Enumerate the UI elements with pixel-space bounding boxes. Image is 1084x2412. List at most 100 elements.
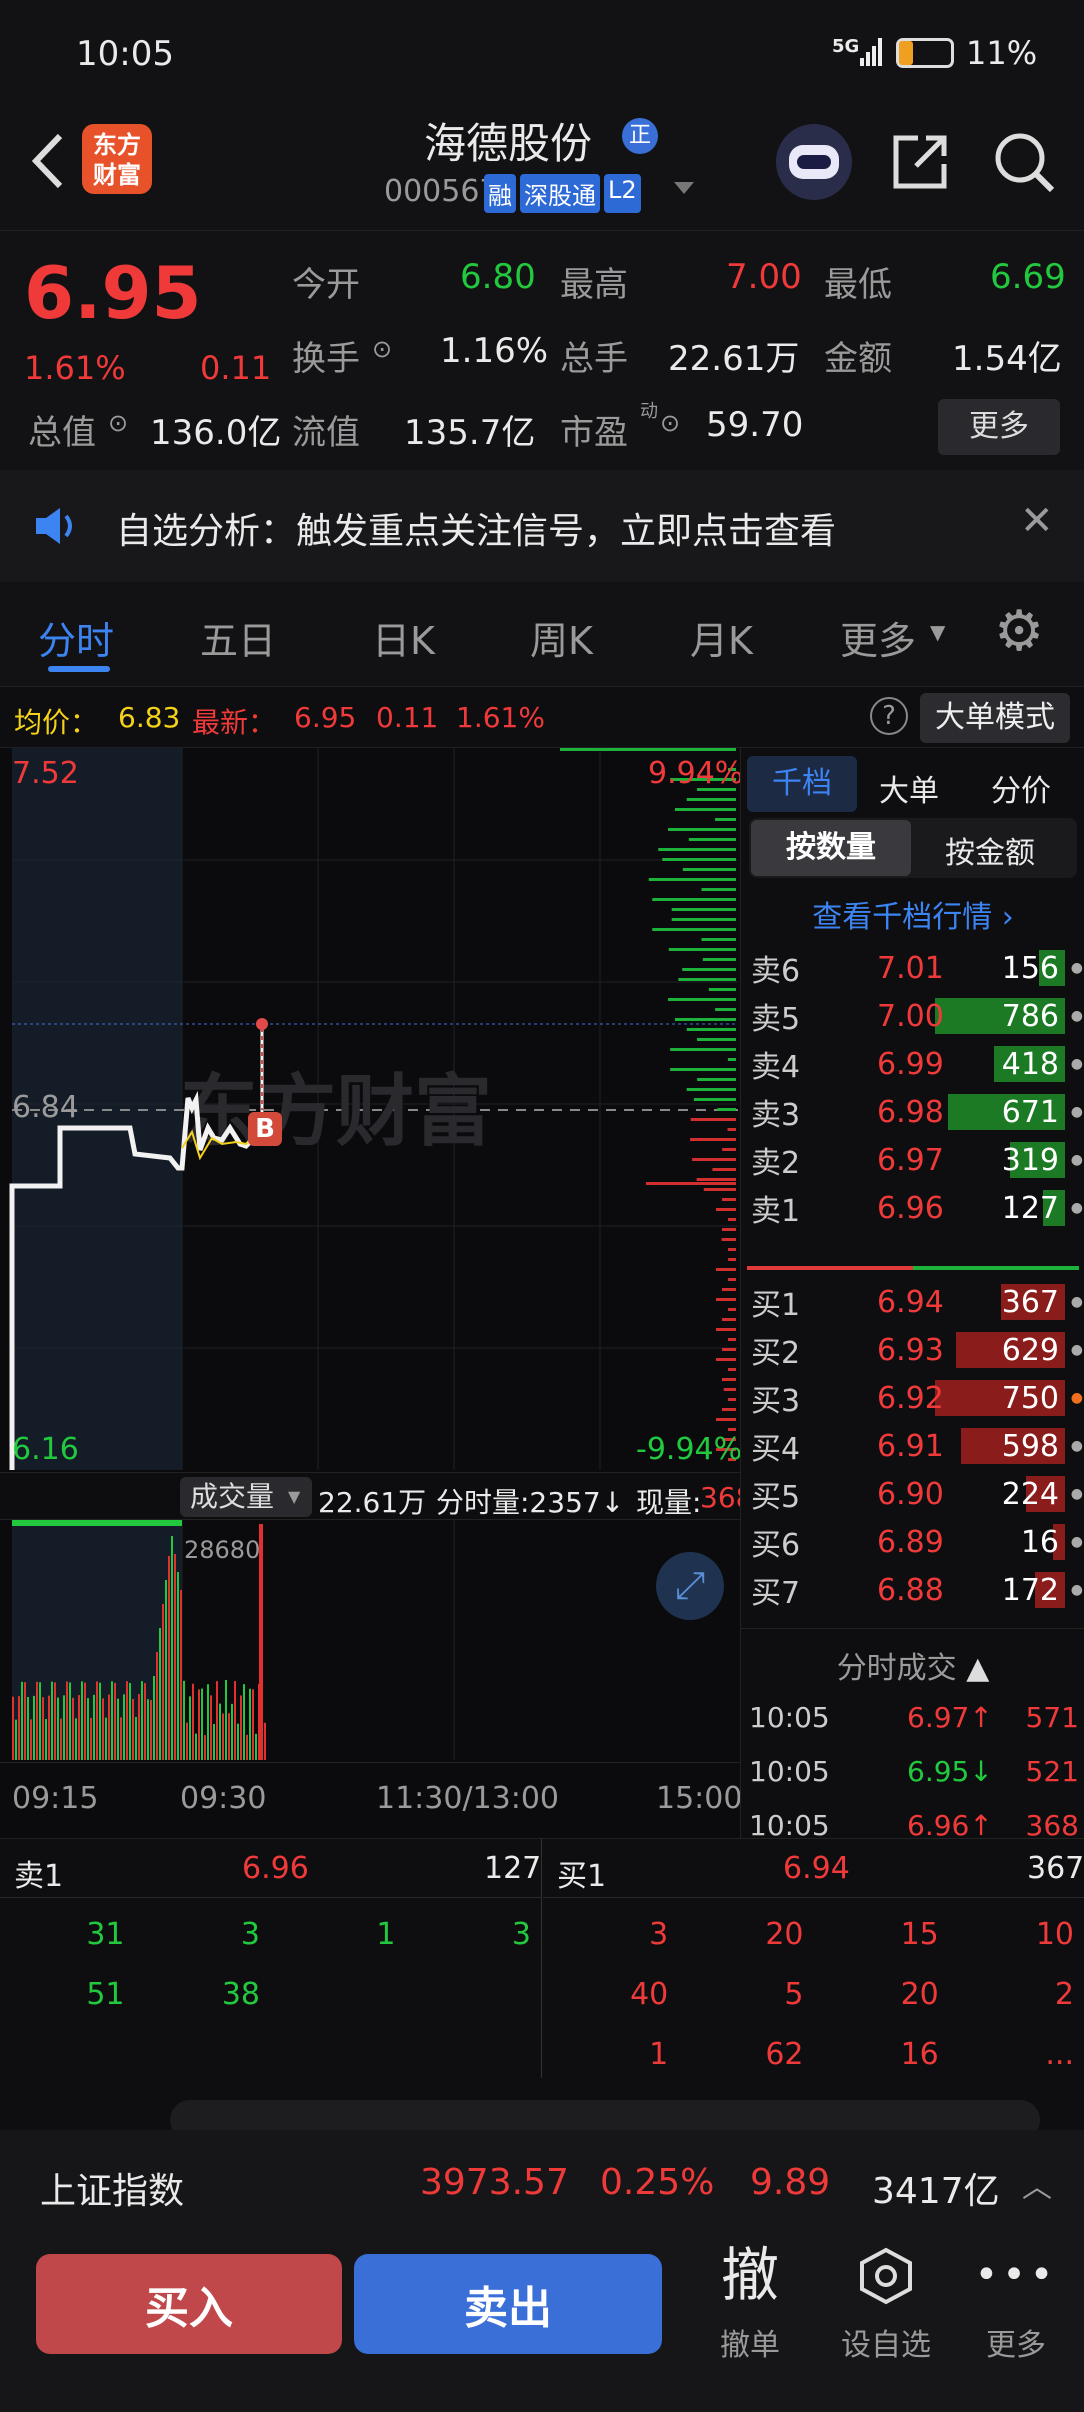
level-price: 7.00 — [877, 998, 944, 1034]
depth-tick — [668, 948, 736, 951]
depth-tick — [728, 1398, 736, 1401]
quote-panel: 6.95 1.61% 0.11 今开 6.80 最高 7.00 最低 6.69 … — [0, 230, 1084, 470]
trade-time: 10:05 — [749, 1701, 830, 1734]
depth-tick — [668, 828, 736, 831]
chevron-up-icon[interactable]: ︿ — [1022, 2162, 1052, 2206]
dot-icon: ● — [1070, 1152, 1083, 1168]
buy1-volume: 367 — [1027, 1851, 1084, 1886]
index-change: 9.89 — [750, 2162, 831, 2203]
buy-button[interactable]: 买入 — [36, 2254, 342, 2354]
buy-level-row[interactable]: 买7 6.88 172 ● — [741, 1566, 1084, 1614]
volume-bar — [144, 1683, 146, 1760]
volume-bar — [108, 1694, 110, 1760]
index-ticker[interactable]: 上证指数 3973.57 0.25% 9.89 3417亿 ︿ — [0, 2130, 1084, 2234]
depth-tick — [674, 808, 736, 811]
sell-level-row[interactable]: 卖3 6.98 671 ● — [741, 1088, 1084, 1136]
turnover-value: 1.16% — [440, 331, 549, 371]
large-order-mode-button[interactable]: 大单模式 — [920, 693, 1070, 743]
depth-tick — [670, 1048, 736, 1051]
depth-tick — [646, 1182, 736, 1185]
trades-title[interactable]: 分时成交 ▲ — [741, 1629, 1084, 1687]
tab-depth[interactable]: 千档 — [747, 756, 857, 812]
buy-level-row[interactable]: 买3 6.92 750 ● — [741, 1374, 1084, 1422]
toggle-by-quantity[interactable]: 按数量 — [751, 820, 911, 876]
tab-weekly-k[interactable]: 周K — [530, 610, 593, 665]
more-button[interactable]: 更多 — [938, 399, 1060, 455]
notice-bar[interactable]: 自选分析：触发重点关注信号，立即点击查看 ✕ — [0, 470, 1084, 582]
info-icon[interactable]: ⊙ — [108, 409, 128, 437]
dot-icon: ● — [1070, 1534, 1083, 1550]
volume-bar — [18, 1696, 20, 1760]
tab-price-volume[interactable]: 分价 — [991, 766, 1051, 810]
buy-level-row[interactable]: 买5 6.90 224 ● — [741, 1470, 1084, 1518]
volume-bar — [207, 1684, 209, 1760]
level-label: 卖3 — [751, 1098, 801, 1133]
current-volume-label: 现量: — [636, 1486, 702, 1519]
queue-cell: 3 — [511, 1917, 531, 1952]
book-divider — [747, 1266, 1079, 1270]
depth-tick — [727, 1058, 736, 1061]
time-axis: 09:15 09:30 11:30/13:00 15:00 — [0, 1762, 742, 1838]
caret-down-icon[interactable]: ▼ — [930, 620, 945, 644]
stock-tags: 融 深股通 L2 — [484, 174, 641, 213]
volume-bar — [165, 1580, 167, 1760]
volume-bar — [264, 1722, 266, 1760]
level-volume: 172 — [1001, 1572, 1059, 1608]
level-volume: 16 — [1020, 1524, 1059, 1560]
robot-assistant-icon[interactable] — [776, 124, 852, 200]
depth-tick — [671, 908, 736, 911]
back-icon[interactable] — [22, 126, 72, 196]
volume-bar — [63, 1695, 65, 1760]
depth-tick — [560, 748, 736, 751]
open-label: 今开 — [292, 265, 360, 305]
buy-level-row[interactable]: 买4 6.91 598 ● — [741, 1422, 1084, 1470]
buy-level-row[interactable]: 买6 6.89 16 ● — [741, 1518, 1084, 1566]
sell-level-row[interactable]: 卖6 7.01 156 ● — [741, 944, 1084, 992]
sell-level-row[interactable]: 卖4 6.99 418 ● — [741, 1040, 1084, 1088]
tab-large-orders[interactable]: 大单 — [879, 766, 939, 810]
axis-top-price: 7.52 — [12, 756, 79, 791]
depth-tick — [717, 1108, 736, 1111]
sell-level-row[interactable]: 卖1 6.96 127 ● — [741, 1184, 1084, 1232]
add-favorite-button[interactable]: 设自选 — [826, 2240, 946, 2390]
share-icon[interactable] — [888, 130, 952, 194]
expand-icon[interactable]: ⤢ — [656, 1552, 724, 1620]
buy-level-row[interactable]: 买1 6.94 367 ● — [741, 1278, 1084, 1326]
buy-level-row[interactable]: 买2 6.93 629 ● — [741, 1326, 1084, 1374]
close-icon[interactable]: ✕ — [1020, 498, 1054, 544]
volume-bar — [204, 1735, 206, 1760]
level-label: 卖5 — [751, 1002, 801, 1037]
info-icon[interactable]: ⊙ — [660, 409, 680, 437]
settings-gear-icon[interactable]: ⚙ — [994, 604, 1044, 660]
avg-value: 6.83 — [118, 701, 181, 734]
view-depth-link[interactable]: 查看千档行情 › — [741, 892, 1084, 936]
volume-bar — [159, 1628, 161, 1760]
info-icon[interactable]: ⊙ — [372, 335, 392, 363]
tab-five-day[interactable]: 五日 — [200, 610, 276, 665]
cancel-order-button[interactable]: 撤 撤单 — [700, 2240, 800, 2390]
search-icon[interactable] — [990, 128, 1058, 196]
queue-cell: 3 — [240, 1917, 260, 1952]
volume-bar — [192, 1683, 194, 1760]
tab-more[interactable]: 更多 — [840, 610, 916, 665]
volume-bar — [39, 1682, 41, 1760]
sell-level-row[interactable]: 卖2 6.97 319 ● — [741, 1136, 1084, 1184]
buy-queue: 买1 6.94 367 3 20 15 10 40 5 20 2 1 62 16... — [543, 1839, 1084, 2079]
help-icon[interactable]: ? — [870, 697, 908, 735]
buy-marker[interactable]: B — [248, 1112, 282, 1146]
level-label: 买5 — [751, 1480, 801, 1515]
sell-button[interactable]: 卖出 — [354, 2254, 662, 2354]
sell-level-row[interactable]: 卖5 7.00 786 ● — [741, 992, 1084, 1040]
toggle-by-amount[interactable]: 按金额 — [945, 828, 1035, 872]
intraday-chart[interactable]: 东方财富 7.52 9.94% 6.84 6.16 -9.94% B 成交量 ▼… — [0, 748, 753, 1838]
scroll-area[interactable] — [0, 2078, 1084, 2140]
tab-intraday[interactable]: 分时 — [38, 610, 114, 665]
chevron-down-icon[interactable] — [674, 182, 694, 194]
caret-down-icon[interactable]: ▼ — [288, 1487, 300, 1506]
tab-daily-k[interactable]: 日K — [372, 610, 435, 665]
more-actions-button[interactable]: ••• 更多 — [966, 2240, 1066, 2390]
tab-monthly-k[interactable]: 月K — [690, 610, 753, 665]
index-value: 3973.57 — [420, 2162, 569, 2203]
latest-change: 0.11 — [376, 701, 439, 734]
dot-icon: ● — [1070, 1104, 1083, 1120]
